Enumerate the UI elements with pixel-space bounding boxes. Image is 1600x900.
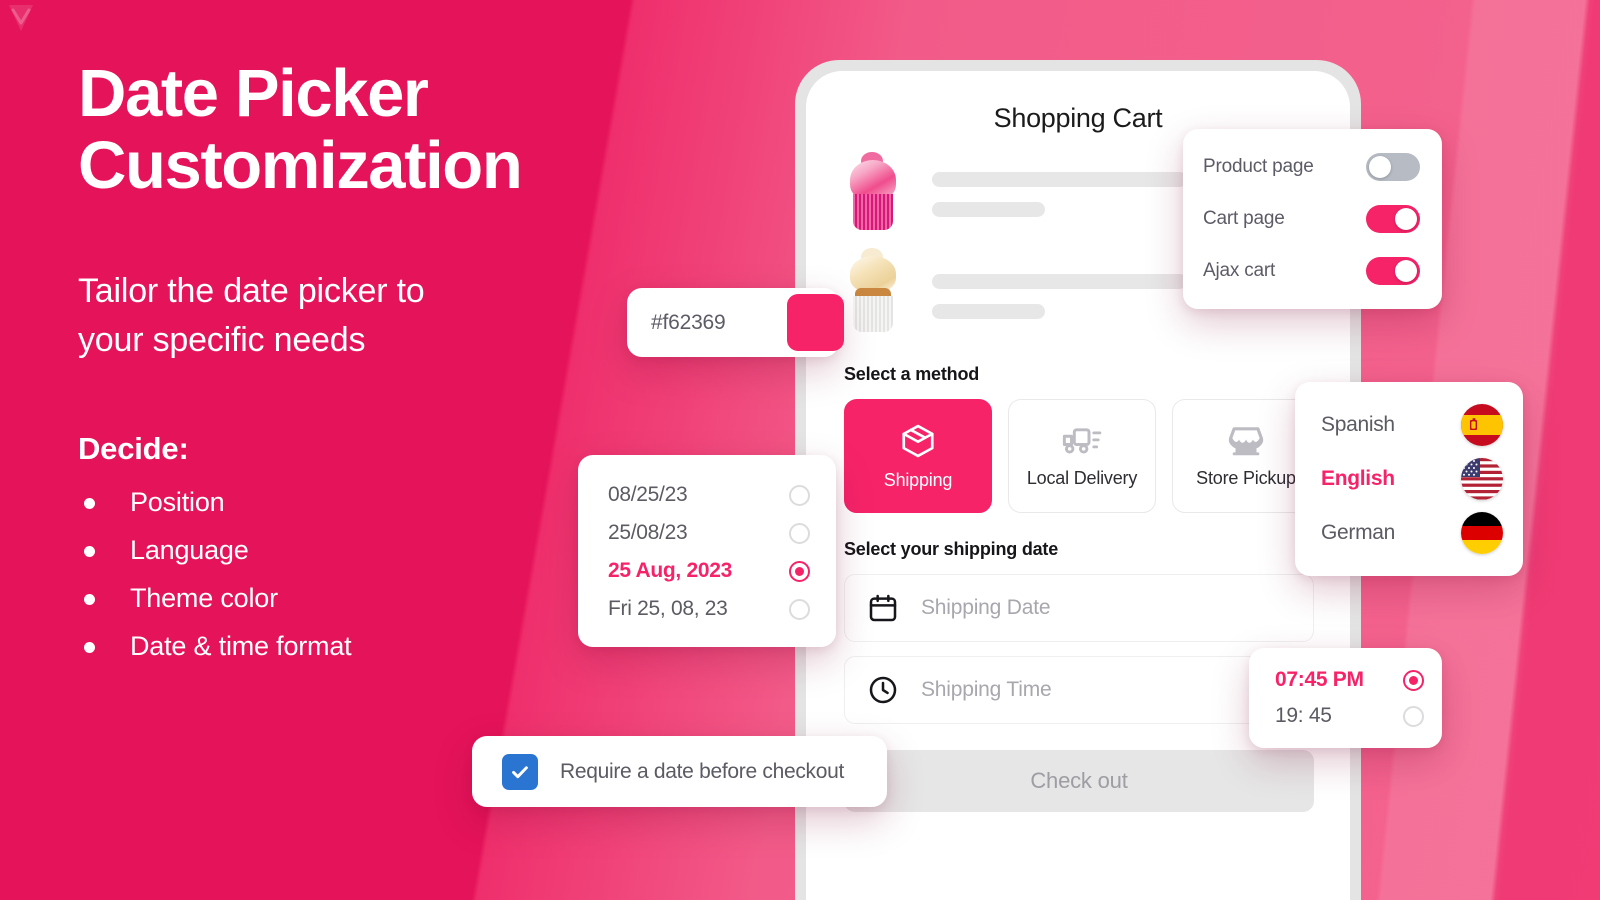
shipping-time-field[interactable]: Shipping Time xyxy=(844,656,1314,724)
method-label: Shipping xyxy=(883,469,953,490)
clock-icon xyxy=(869,676,897,704)
color-hex-value[interactable]: #f62369 xyxy=(651,311,726,335)
shipping-date-placeholder: Shipping Date xyxy=(921,596,1051,619)
placeholder-bar xyxy=(932,303,1045,319)
select-method-heading: Select a method xyxy=(844,364,980,384)
method-option-shipping[interactable]: Shipping xyxy=(844,399,992,513)
time-format-option-12h[interactable]: 07:45 PM xyxy=(1275,668,1424,692)
require-date-checkbox[interactable] xyxy=(502,753,538,790)
date-format-option-long[interactable]: 25 Aug, 2023 xyxy=(608,559,810,583)
cupcake-cream-icon xyxy=(844,248,902,338)
radio-button-selected[interactable] xyxy=(789,560,810,582)
date-format-option-weekday[interactable]: Fri 25, 08, 23 xyxy=(608,597,810,621)
time-format-card: 07:45 PM 19: 45 xyxy=(1249,648,1442,748)
language-option-german[interactable]: German xyxy=(1321,512,1503,554)
toggle-row-ajax-cart[interactable]: Ajax cart xyxy=(1203,253,1420,289)
toggle-label: Ajax cart xyxy=(1203,260,1276,281)
color-swatch[interactable] xyxy=(787,294,844,351)
time-format-label: 07:45 PM xyxy=(1275,668,1364,691)
language-option-english[interactable]: English xyxy=(1321,458,1503,500)
poster-canvas: Date Picker Customization Tailor the dat… xyxy=(0,0,1600,900)
require-date-card: Require a date before checkout xyxy=(472,736,887,807)
theme-color-card: #f62369 xyxy=(627,288,844,357)
subtitle-line-1: Tailor the date picker to xyxy=(78,271,425,310)
language-label: Spanish xyxy=(1321,413,1395,436)
toggle-switch-cart-page[interactable] xyxy=(1366,205,1420,233)
truck-icon xyxy=(1062,427,1102,454)
placeholder-bar xyxy=(932,201,1045,217)
language-label: German xyxy=(1321,521,1396,544)
placeholder-bar xyxy=(932,273,1187,289)
calendar-icon xyxy=(869,594,897,622)
radio-button[interactable] xyxy=(1403,705,1424,727)
page-title: Date Picker Customization xyxy=(78,56,698,204)
radio-button[interactable] xyxy=(789,522,810,544)
radio-button[interactable] xyxy=(789,598,810,620)
radio-button-selected[interactable] xyxy=(1403,669,1424,691)
date-format-option-dmy[interactable]: 25/08/23 xyxy=(608,521,810,545)
toggle-row-product-page[interactable]: Product page xyxy=(1203,149,1420,185)
shipping-method-options: Shipping Local Delivery Store Pickup xyxy=(844,399,1350,513)
display-locations-card: Product page Cart page Ajax cart xyxy=(1183,129,1442,309)
date-format-label: 25/08/23 xyxy=(608,521,688,544)
language-selector-card: Spanish English German xyxy=(1295,382,1523,576)
title-line-2: Customization xyxy=(78,128,523,204)
language-option-spanish[interactable]: Spanish xyxy=(1321,404,1503,446)
time-format-label: 19: 45 xyxy=(1275,704,1332,727)
date-format-label: Fri 25, 08, 23 xyxy=(608,597,728,620)
method-option-local-delivery[interactable]: Local Delivery xyxy=(1008,399,1156,513)
date-format-option-mdy[interactable]: 08/25/23 xyxy=(608,483,810,507)
method-label: Store Pickup xyxy=(1196,467,1296,488)
flag-usa-icon xyxy=(1461,458,1503,500)
toggle-switch-ajax-cart[interactable] xyxy=(1366,257,1420,285)
toggle-row-cart-page[interactable]: Cart page xyxy=(1203,201,1420,237)
store-icon xyxy=(1228,426,1264,455)
shipping-date-field[interactable]: Shipping Date xyxy=(844,574,1314,642)
radio-button[interactable] xyxy=(789,484,810,506)
cupcake-pink-icon xyxy=(844,152,902,236)
time-format-option-24h[interactable]: 19: 45 xyxy=(1275,704,1424,728)
toggle-switch-product-page[interactable] xyxy=(1366,153,1420,181)
language-label: English xyxy=(1321,467,1395,490)
check-icon xyxy=(512,765,528,778)
date-format-label: 25 Aug, 2023 xyxy=(608,559,733,582)
hero-subtitle: Tailor the date picker to your specific … xyxy=(78,267,698,366)
shipping-time-placeholder: Shipping Time xyxy=(921,678,1052,701)
title-line-1: Date Picker xyxy=(78,56,429,131)
date-format-card: 08/25/23 25/08/23 25 Aug, 2023 Fri 25, 0… xyxy=(578,455,836,647)
method-label: Local Delivery xyxy=(1026,467,1138,488)
select-date-heading: Select your shipping date xyxy=(844,539,1059,559)
checkout-button[interactable]: Check out xyxy=(844,750,1314,812)
toggle-label: Product page xyxy=(1203,156,1314,177)
placeholder-bar xyxy=(932,171,1187,187)
date-format-label: 08/25/23 xyxy=(608,483,688,506)
brand-logo-icon xyxy=(9,5,33,31)
flag-spain-icon xyxy=(1461,404,1503,446)
flag-germany-icon xyxy=(1461,512,1503,554)
subtitle-line-2: your specific needs xyxy=(78,321,366,360)
box-icon xyxy=(902,424,934,457)
require-date-label: Require a date before checkout xyxy=(560,759,845,783)
toggle-label: Cart page xyxy=(1203,208,1285,229)
